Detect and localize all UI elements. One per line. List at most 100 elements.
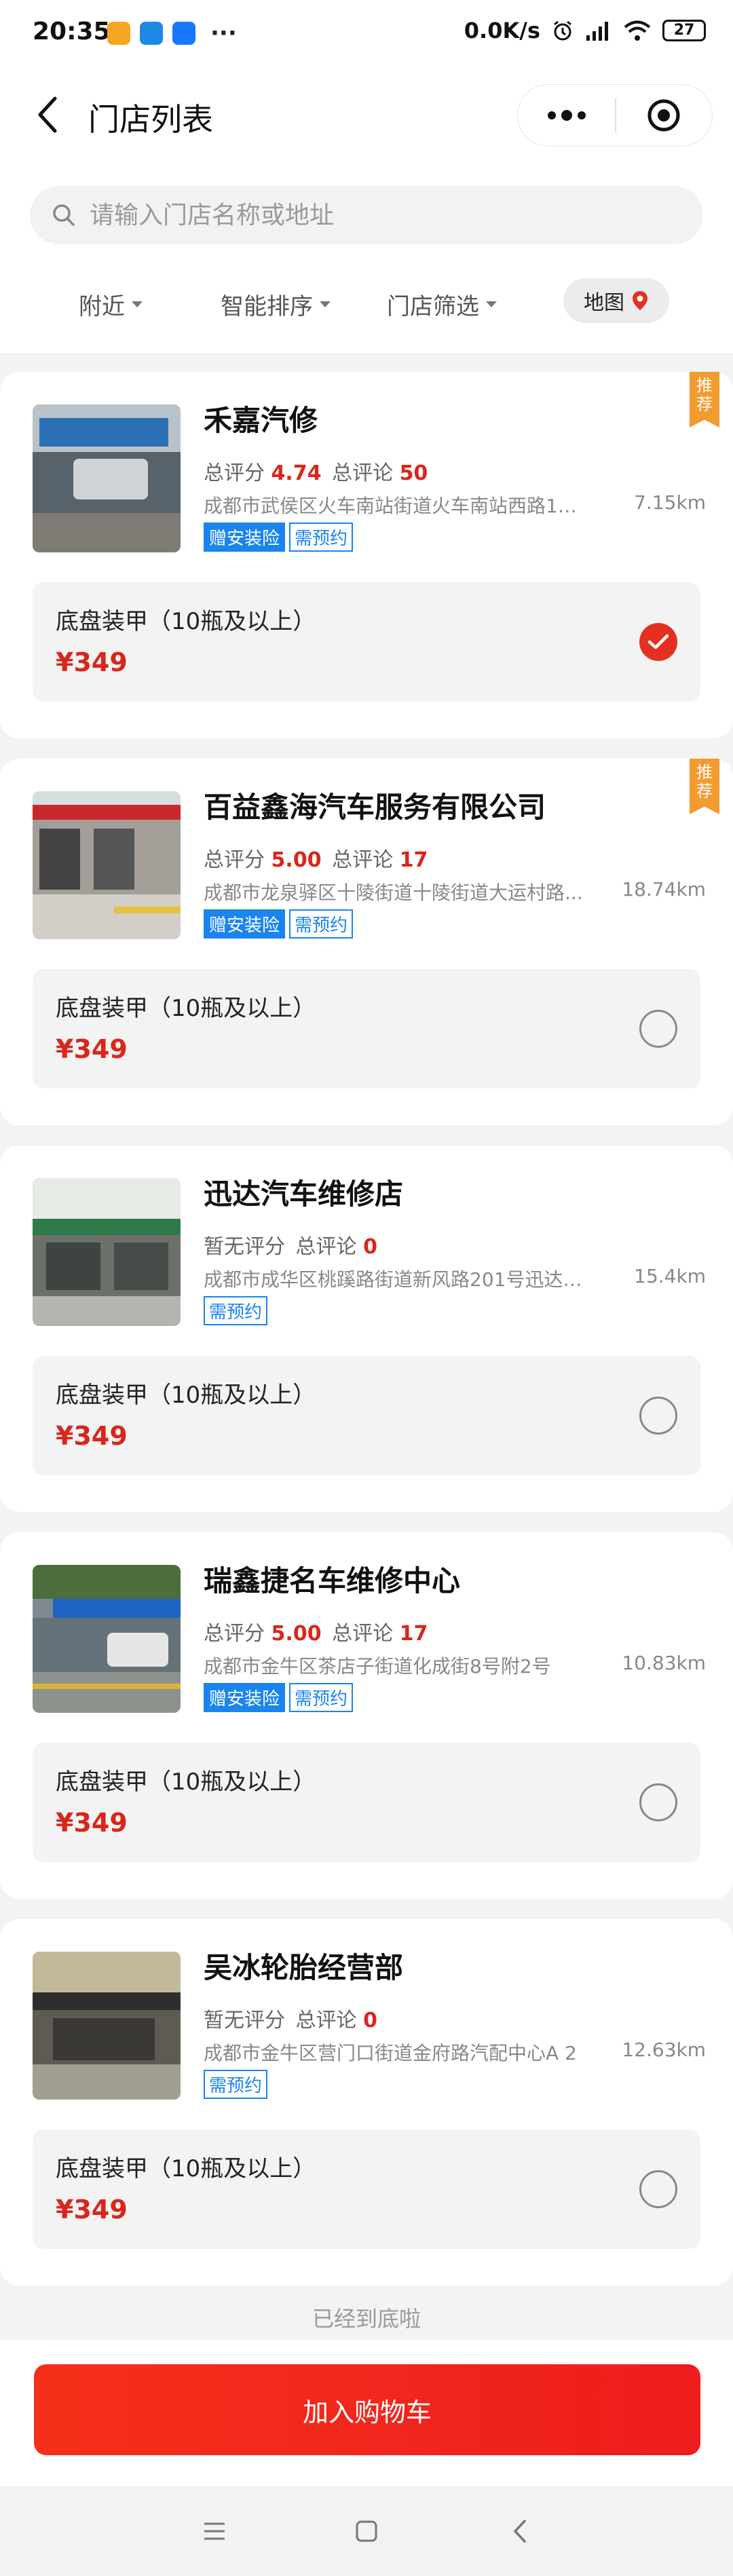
end-of-list-text: 已经到底啦 <box>312 2306 421 2332</box>
store-distance: 10.83km <box>622 1652 706 1674</box>
system-back-button[interactable] <box>500 2514 540 2549</box>
service-price: ¥349 <box>56 2195 128 2224</box>
radio-unchecked[interactable] <box>639 1010 677 1048</box>
service-name: 底盘装甲（10瓶及以上） <box>56 1382 316 1409</box>
menu-icon <box>204 2522 225 2540</box>
service-price: ¥349 <box>56 1808 128 1838</box>
reviews-value: 17 <box>399 848 428 872</box>
filter-nearby[interactable]: 附近 <box>79 288 143 321</box>
store-address: 成都市金牛区茶店子街道化成街8号附2号 <box>204 1655 551 1678</box>
tag-insurance: 赠安装险 <box>204 909 286 939</box>
store-card[interactable]: 禾嘉汽修 总评分 4.74 总评论 50 成都市武侯区火车南站街道火车南站西路1… <box>0 372 733 738</box>
service-option[interactable]: 底盘装甲（10瓶及以上） ¥349 <box>33 2129 700 2249</box>
recommend-badge: 推荐 <box>690 759 719 814</box>
signal-icon <box>586 22 608 41</box>
store-distance: 12.63km <box>622 2039 706 2061</box>
filter-store[interactable]: 门店筛选 <box>387 288 497 321</box>
score-label: 总评分 <box>204 848 265 872</box>
filter-label: 智能排序 <box>221 293 313 320</box>
add-to-cart-button[interactable]: 加入购物车 <box>34 2364 700 2455</box>
reviews-value: 0 <box>363 2009 377 2032</box>
more-notifications-icon: ··· <box>210 20 237 47</box>
more-button[interactable] <box>518 84 615 147</box>
caret-down-icon <box>486 301 497 307</box>
service-option[interactable]: 底盘装甲（10瓶及以上） ¥349 <box>33 969 700 1088</box>
store-photo <box>33 1952 181 2100</box>
store-tags: 赠安装险 需预约 <box>204 909 354 939</box>
back-button[interactable] <box>27 91 68 138</box>
filter-label: 附近 <box>79 293 125 320</box>
radio-checked[interactable] <box>639 623 677 661</box>
system-nav-bar <box>0 2486 733 2576</box>
service-name: 底盘装甲（10瓶及以上） <box>56 2155 316 2182</box>
service-price: ¥349 <box>56 1034 128 1064</box>
rating-row: 暂无评分 总评论 0 <box>204 2003 377 2033</box>
store-card[interactable]: 迅达汽车维修店 暂无评分 总评论 0 成都市成华区桃蹊路街道新风路201号迅达汽… <box>0 1145 733 1512</box>
search-icon <box>53 204 75 226</box>
recent-apps-button[interactable] <box>194 2514 235 2549</box>
more-dots-icon <box>547 111 556 119</box>
score-label: 总评分 <box>204 1622 265 1646</box>
radio-unchecked[interactable] <box>639 2170 677 2208</box>
store-card[interactable]: 瑞鑫捷名车维修中心 总评分 5.00 总评论 17 成都市金牛区茶店子街道化成街… <box>0 1532 733 1899</box>
page-title: 门店列表 <box>88 101 213 138</box>
store-photo <box>33 791 181 939</box>
target-close-icon <box>647 99 680 132</box>
status-right: 0.0K/s 27 <box>464 18 706 43</box>
network-speed: 0.0K/s <box>464 18 540 43</box>
filter-label: 门店筛选 <box>387 293 479 320</box>
notification-app-icon <box>107 22 130 45</box>
store-address: 成都市龙泉驿区十陵街道十陵街道大运村路... <box>204 882 583 904</box>
map-button[interactable]: 地图 <box>563 278 669 323</box>
tag-appointment: 需预约 <box>204 2070 268 2099</box>
reviews-label: 总评论 <box>295 2009 357 2032</box>
tag-insurance: 赠安装险 <box>204 523 286 552</box>
service-option[interactable]: 底盘装甲（10瓶及以上） ¥349 <box>33 582 700 702</box>
search-box[interactable] <box>30 186 703 244</box>
score-label: 暂无评分 <box>204 1235 285 1259</box>
store-tags: 需预约 <box>204 1296 268 1325</box>
tag-appointment: 需预约 <box>289 1683 354 1712</box>
status-bar: 20:35 ··· 0.0K/s 27 <box>0 0 733 68</box>
battery-icon: 27 <box>662 20 706 41</box>
home-button[interactable] <box>346 2514 387 2549</box>
tag-appointment: 需预约 <box>289 909 354 939</box>
page-header: 门店列表 <box>0 68 733 163</box>
store-tags: 赠安装险 需预约 <box>204 523 354 552</box>
store-tags: 需预约 <box>204 2070 268 2099</box>
home-square-icon <box>356 2520 377 2542</box>
score-label: 暂无评分 <box>204 2009 285 2032</box>
alipay-icon <box>172 22 195 45</box>
filter-smart-sort[interactable]: 智能排序 <box>221 288 331 321</box>
radio-unchecked[interactable] <box>639 1783 677 1821</box>
chevron-left-icon <box>38 96 57 133</box>
store-photo <box>33 1565 181 1713</box>
notification-app-icon <box>140 22 163 45</box>
status-app-icons: ··· <box>107 22 237 45</box>
store-card[interactable]: 吴冰轮胎经营部 暂无评分 总评论 0 成都市金牛区营门口街道金府路汽配中心A 2… <box>0 1919 733 2286</box>
service-price: ¥349 <box>56 1421 128 1451</box>
store-name: 吴冰轮胎经营部 <box>204 1951 404 1984</box>
rating-row: 总评分 5.00 总评论 17 <box>204 1616 428 1646</box>
back-arrow-icon <box>514 2520 526 2543</box>
score-label: 总评分 <box>204 461 265 485</box>
tag-appointment: 需预约 <box>204 1296 268 1325</box>
search-input[interactable] <box>90 201 633 229</box>
alarm-icon <box>554 20 571 41</box>
service-option[interactable]: 底盘装甲（10瓶及以上） ¥349 <box>33 1356 700 1475</box>
map-label: 地图 <box>584 291 624 315</box>
store-card[interactable]: 百益鑫海汽车服务有限公司 总评分 5.00 总评论 17 成都市龙泉驿区十陵街道… <box>0 759 733 1125</box>
rating-row: 总评分 4.74 总评论 50 <box>204 456 428 486</box>
reviews-label: 总评论 <box>332 461 394 485</box>
close-miniprogram-button[interactable] <box>616 84 712 147</box>
store-photo <box>33 404 181 552</box>
caret-down-icon <box>132 301 143 307</box>
reviews-label: 总评论 <box>332 848 394 872</box>
service-option[interactable]: 底盘装甲（10瓶及以上） ¥349 <box>33 1743 700 1862</box>
status-time: 20:35 <box>33 18 111 45</box>
recommend-badge: 推荐 <box>690 372 719 428</box>
store-tags: 赠安装险 需预约 <box>204 1683 354 1712</box>
radio-unchecked[interactable] <box>639 1397 677 1435</box>
caret-down-icon <box>320 301 331 307</box>
store-name: 禾嘉汽修 <box>204 404 318 437</box>
